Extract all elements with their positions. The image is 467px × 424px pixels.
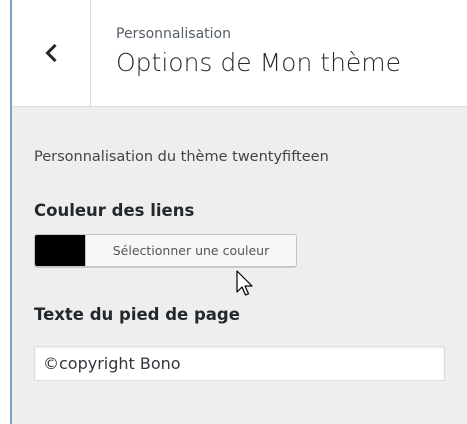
options-panel: Personnalisation du thème twentyfifteen … (12, 107, 467, 424)
footer-text-label: Texte du pied de page (34, 305, 240, 324)
color-swatch (35, 235, 86, 266)
section-description: Personnalisation du thème twentyfifteen (34, 149, 329, 165)
header-subtitle: Personnalisation (116, 26, 231, 42)
select-color-button[interactable]: Sélectionner une couleur (34, 234, 297, 267)
footer-text-input[interactable] (34, 346, 445, 381)
chevron-left-icon (45, 44, 57, 62)
customizer-panel: Personnalisation Options de Mon thème Pe… (0, 0, 467, 424)
link-color-label: Couleur des liens (34, 201, 195, 220)
page-title: Options de Mon thème (116, 48, 402, 77)
back-button[interactable] (12, 0, 91, 106)
left-edge (0, 0, 10, 424)
section-header: Personnalisation Options de Mon thème (12, 0, 467, 107)
select-color-label: Sélectionner une couleur (112, 243, 270, 258)
